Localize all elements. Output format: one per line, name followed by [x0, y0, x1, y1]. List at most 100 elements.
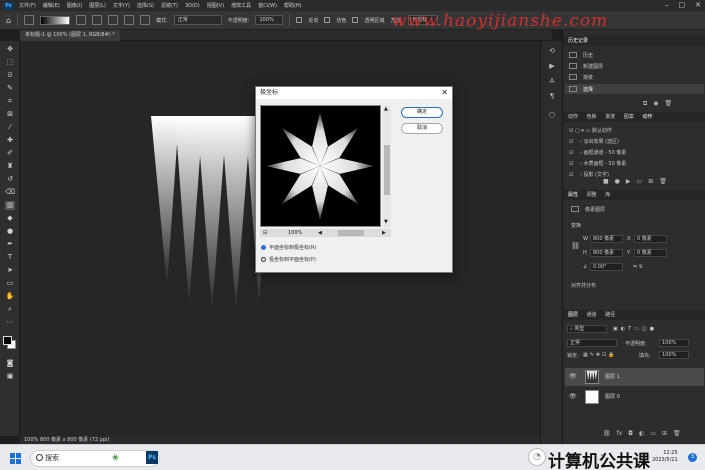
scroll-down-icon[interactable]: ▼ [384, 219, 388, 225]
layer-name[interactable]: 图层 0 [605, 388, 620, 406]
snapshot-icon[interactable]: ◉ [653, 100, 658, 108]
menu-item-view[interactable]: 视图(V) [207, 2, 224, 9]
layer-opacity-field[interactable]: 100% [659, 339, 689, 347]
paragraph-panel-icon[interactable]: ¶ [547, 92, 557, 101]
menu-item-plugins[interactable]: 增效工具 [231, 2, 251, 9]
action-row[interactable]: ☑ › 淡出效果 (选区) [569, 138, 619, 145]
healing-brush-tool-icon[interactable]: ✚ [5, 136, 15, 145]
eraser-tool-icon[interactable]: ⌫ [5, 188, 15, 197]
notification-badge[interactable]: 3 [688, 453, 697, 462]
quick-mask-icon[interactable]: ◙ [5, 359, 15, 368]
action-set-row[interactable]: ☑ ▢ ▾ ▭ 默认动作 [569, 127, 612, 134]
hand-tool-icon[interactable]: ✋ [5, 292, 15, 301]
close-icon[interactable]: ✕ [695, 1, 701, 9]
path-selection-tool-icon[interactable]: ➤ [5, 266, 15, 275]
x-field[interactable]: 0 像素 [634, 235, 667, 243]
tab-paths[interactable]: 路径 [605, 312, 615, 318]
quick-select-tool-icon[interactable]: ✎ [5, 84, 15, 93]
dodge-tool-icon[interactable]: ● [5, 227, 15, 236]
pen-tool-icon[interactable]: ✒ [5, 240, 15, 249]
layer-row-selected[interactable]: 👁 图层 1 [565, 368, 704, 386]
ok-button[interactable]: 确定 [401, 107, 443, 118]
blend-mode-select[interactable]: 正常 [567, 339, 617, 347]
action-row[interactable]: ☑ › 画框通道 - 50 像素 [569, 149, 626, 156]
lock-icons[interactable]: ▦✎✥⊡🔒 [583, 352, 617, 358]
menu-item-filter[interactable]: 滤镜(T) [161, 2, 178, 9]
align-distribute-label[interactable]: 对齐并分布 [571, 282, 596, 289]
tab-channels[interactable]: 通道 [587, 312, 597, 318]
brush-tool-icon[interactable]: ✐ [5, 149, 15, 158]
reflected-gradient-icon[interactable] [124, 15, 135, 25]
tab-libraries[interactable]: 库 [605, 192, 610, 198]
gradient-tool-icon[interactable]: ▥ [5, 201, 15, 210]
marquee-tool-icon[interactable]: ⬚ [5, 58, 15, 67]
play-icon[interactable]: ▶ [626, 178, 631, 185]
visibility-eye-icon[interactable]: 👁 [569, 368, 577, 386]
action-row[interactable]: ☑ › 投影 (文字) [569, 171, 609, 178]
minimize-icon[interactable]: – [665, 1, 669, 9]
clone-stamp-tool-icon[interactable]: ♜ [5, 162, 15, 171]
taskbar-clock[interactable]: 12:25 2023/5/21 [652, 450, 678, 464]
new-document-icon[interactable]: ⧉ [643, 100, 647, 108]
mode-select[interactable]: 正常 [173, 15, 222, 25]
rectangle-tool-icon[interactable]: ▭ [5, 279, 15, 288]
rect-to-polar-radio[interactable]: 平面坐标到极坐标(R) [261, 244, 316, 251]
opacity-field[interactable]: 100% [255, 15, 284, 25]
frame-tool-icon[interactable]: ⊠ [5, 110, 15, 119]
history-item[interactable]: 新建图层 [583, 63, 603, 70]
menu-item-layer[interactable]: 图层(L) [89, 2, 106, 9]
layer-row[interactable]: 👁 图层 0 [565, 388, 704, 406]
adjustment-layer-icon[interactable]: ◐ [639, 430, 644, 437]
scroll-left-icon[interactable]: ◀ [318, 229, 322, 237]
history-brush-tool-icon[interactable]: ↺ [5, 175, 15, 184]
new-layer-icon[interactable]: ⊞ [662, 430, 667, 437]
height-field[interactable]: 800 像素 [590, 249, 623, 257]
type-tool-icon[interactable]: T [5, 253, 15, 262]
close-icon[interactable]: ✕ [441, 88, 448, 97]
menu-item-window[interactable]: 窗口(W) [258, 2, 277, 9]
history-panel-icon[interactable]: ⟲ [547, 47, 557, 56]
preview-vertical-scrollbar[interactable]: ▲ ▼ [383, 105, 391, 227]
history-item-selected[interactable]: 选择 [583, 86, 593, 93]
y-field[interactable]: 0 像素 [634, 249, 667, 257]
tool-preset-icon[interactable] [24, 15, 35, 25]
cancel-button[interactable]: 取消 [401, 123, 443, 134]
tab-layers[interactable]: 图层 [568, 312, 578, 318]
foreground-color-swatch[interactable] [3, 336, 12, 345]
document-tab[interactable]: 未标题-1 @ 100% (图层 1, RGB/8#) * [20, 30, 120, 41]
linear-gradient-icon[interactable] [76, 15, 87, 25]
home-icon[interactable]: ⌂ [6, 16, 11, 25]
radial-gradient-icon[interactable] [92, 15, 103, 25]
action-row[interactable]: ☑ › 木质画框 - 50 像素 [569, 160, 626, 167]
scrollbar-thumb[interactable] [384, 145, 390, 195]
polar-to-rect-radio[interactable]: 极坐标到平面坐标(P) [261, 256, 316, 263]
layer-filter-select[interactable]: ⌕ 类型 [567, 325, 607, 333]
search-highlight-icon[interactable]: ❀ [112, 453, 119, 462]
more-tools-icon[interactable]: ⋯ [5, 318, 15, 327]
new-set-icon[interactable]: ▭ [637, 178, 643, 185]
reverse-checkbox[interactable] [296, 17, 303, 23]
menu-item-help[interactable]: 帮助(H) [284, 2, 302, 9]
menu-item-file[interactable]: 文件(F) [19, 2, 36, 9]
menu-item-edit[interactable]: 编辑(E) [43, 2, 60, 9]
maximize-icon[interactable]: □ [679, 1, 686, 9]
zoom-out-icon[interactable]: ⊟ [263, 229, 267, 237]
scroll-right-icon[interactable]: ▶ [382, 229, 386, 237]
menu-item-3d[interactable]: 3D(D) [185, 3, 200, 9]
scroll-up-icon[interactable]: ▲ [384, 106, 388, 112]
diamond-gradient-icon[interactable] [140, 15, 151, 25]
fx-icon[interactable]: fx [617, 430, 623, 437]
layer-name[interactable]: 图层 1 [605, 368, 620, 386]
gradient-preview[interactable] [40, 15, 71, 25]
tab-gradients[interactable]: 渐变 [605, 114, 615, 120]
tab-properties[interactable]: 属性 [568, 192, 578, 198]
crop-tool-icon[interactable]: ⌗ [5, 97, 15, 106]
photoshop-taskbar-icon[interactable]: Ps [146, 451, 158, 464]
taskbar-search-input[interactable]: 搜索 [30, 450, 160, 467]
delete-layer-icon[interactable]: 🗑 [673, 430, 681, 437]
windows-start-icon[interactable] [10, 453, 21, 464]
angle-field[interactable]: 0.00° [590, 263, 623, 271]
lasso-tool-icon[interactable]: ᘐ [5, 71, 15, 80]
fill-field[interactable]: 100% [659, 351, 689, 359]
filter-preview[interactable] [260, 105, 381, 227]
